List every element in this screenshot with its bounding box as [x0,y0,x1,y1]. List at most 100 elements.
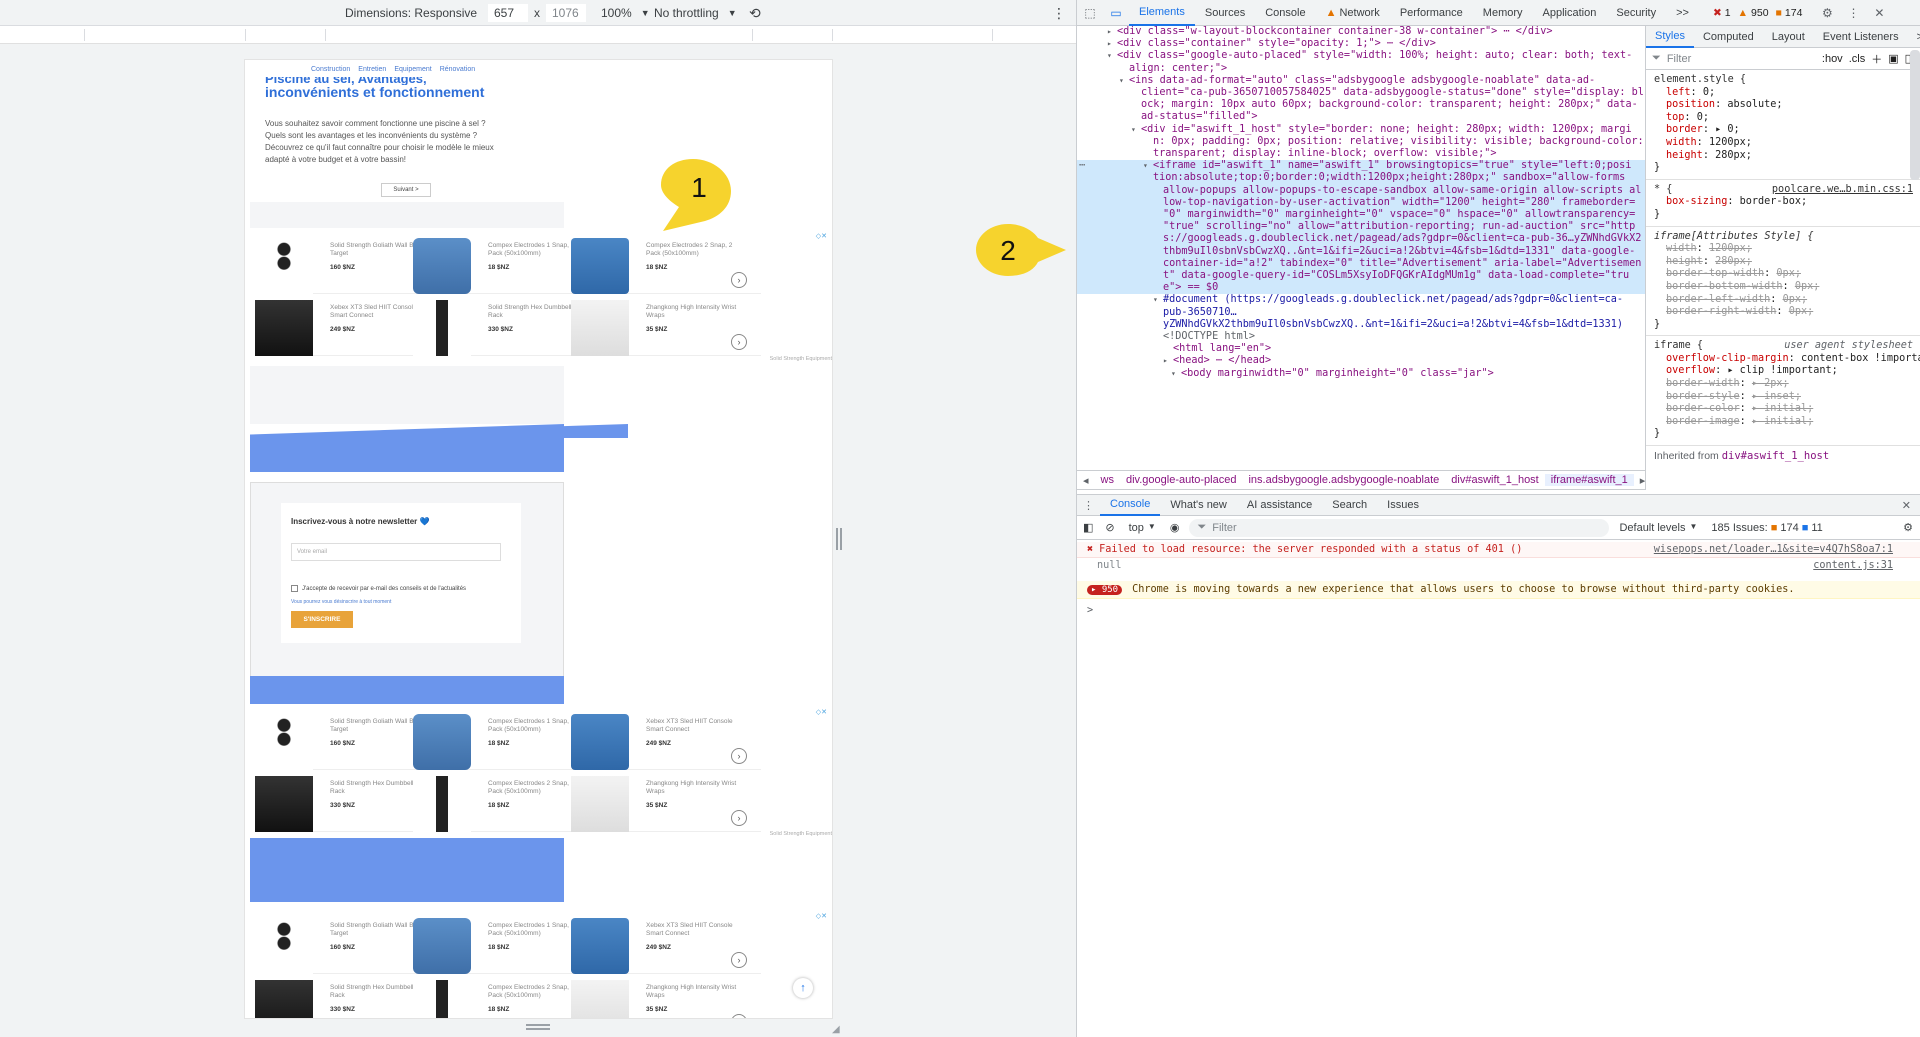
product-title[interactable]: Solid Strength Goliath Wall Ball Target [330,242,425,258]
dom-node-line[interactable]: allow-popups allow-popups-to-escape-sand… [1077,184,1645,197]
dom-node-line[interactable]: transparent; display: inline-block; over… [1077,148,1645,160]
product-title[interactable]: Solid Strength Hex Dumbbell Rack [330,984,425,1000]
ad-choices-icon[interactable]: ◇✕ [816,232,827,240]
product-image[interactable] [255,776,313,832]
status-counters[interactable]: ✖ 1 ▲ 950 ■ 174 [1713,7,1802,19]
chevron-right-icon[interactable]: › [731,810,747,826]
style-declaration[interactable]: border-style: ▸ inset; [1654,391,1913,404]
product-title[interactable]: Solid Strength Hex Dumbbell Rack [330,780,425,796]
style-declaration[interactable]: border-top-width: 0px; [1654,268,1913,281]
prop-value[interactable]: 1200px; [1709,243,1752,254]
collapsed-arrow-icon[interactable]: ▸ [1163,355,1168,367]
rotate-icon[interactable]: ⟲ [749,0,761,26]
ad-product-card[interactable]: Zhangkong High Intensity Wrist Wraps 35 $… [571,978,761,1018]
product-image[interactable] [255,980,313,1018]
prop-value[interactable]: ▸ inset; [1752,391,1801,402]
rule-selector[interactable]: * { [1654,184,1672,195]
product-image[interactable] [255,238,313,294]
product-title[interactable]: Compex Electrodes 2 Snap, 2 Pack (50x100… [488,984,583,1000]
ad-product-card[interactable]: Compex Electrodes 2 Snap, 2 Pack (50x100… [571,236,761,294]
prop-name[interactable]: border-image [1666,416,1740,427]
product-image[interactable] [255,714,313,770]
prop-name[interactable]: border [1666,124,1703,135]
product-image[interactable] [571,714,629,770]
drawer-tab-console[interactable]: Console [1100,494,1161,516]
dom-node-line[interactable]: <html lang="en"> [1077,343,1645,355]
hov-button[interactable]: :hov [1822,53,1843,65]
dom-node-line[interactable]: ▸ <div class="w-layout-blockcontainer con… [1077,26,1645,38]
drawer-tab-issues[interactable]: Issues [1377,494,1429,516]
dom-node-line[interactable]: align: center;"> [1077,63,1645,75]
product-image[interactable] [571,300,629,356]
nav-link[interactable]: Rénovation [440,66,475,73]
prop-value[interactable]: 280px; [1715,150,1752,161]
console-source-link[interactable]: wisepops.net/loader…1&site=v4Q7hS8oa7:1 [1654,544,1893,555]
node-actions-icon[interactable]: ⋯ [1079,160,1085,172]
prop-name[interactable]: width [1666,137,1697,148]
product-title[interactable]: Compex Electrodes 1 Snap, 2 Pack (50x100… [488,242,583,258]
chevron-right-icon[interactable]: › [731,272,747,288]
rule-source-link[interactable]: poolcare.we…b.min.css:1 [1772,184,1913,197]
drawer-tab-whats-new[interactable]: What's new [1160,494,1237,516]
cls-button[interactable]: .cls [1849,53,1866,65]
clear-console-icon[interactable]: ⊘ [1099,521,1120,534]
prop-name[interactable]: height [1666,150,1703,161]
product-image[interactable] [571,980,629,1018]
prop-name[interactable]: overflow [1666,365,1715,376]
ad-choices-icon[interactable]: ◇✕ [816,708,827,716]
product-title[interactable]: Compex Electrodes 1 Snap, 2 Pack (50x100… [488,718,583,734]
expand-arrow-icon[interactable]: ▾ [1131,124,1136,136]
paint-icon[interactable]: ▣ [1888,52,1898,65]
tab-layout[interactable]: Layout [1763,26,1814,48]
ad-product-card[interactable]: Xebex XT3 Sled HIIT Console Smart Connec… [571,712,761,770]
console-source-link[interactable]: content.js:31 [1813,560,1893,571]
more-options-icon[interactable]: ⋮ [1052,0,1066,26]
ad-product-card[interactable]: Xebex XT3 Sled HIIT Console Smart Connec… [571,916,761,974]
prop-name[interactable]: overflow-clip-margin [1666,353,1789,364]
drawer-tab-ai-assistance[interactable]: AI assistance [1237,494,1322,516]
prop-value[interactable]: 0px; [1789,306,1814,317]
chevron-right-icon[interactable]: › [731,1014,747,1018]
product-title[interactable]: Zhangkong High Intensity Wrist Wraps [646,304,741,320]
tab-sources[interactable]: Sources [1195,0,1255,26]
eye-icon[interactable]: ◉ [1164,521,1186,534]
product-image[interactable] [571,776,629,832]
prop-value[interactable]: absolute; [1727,99,1782,110]
dom-node-line[interactable]: yZWNhdGVkX2thbm9uIl0sbnVsbCwzXQ..&nt=1&i… [1077,319,1645,331]
chevron-right-icon[interactable]: › [731,748,747,764]
product-title[interactable]: Solid Strength Goliath Wall Ball Target [330,922,425,938]
nav-link[interactable]: Equipement [394,66,431,73]
style-declaration[interactable]: border-left-width: 0px; [1654,294,1913,307]
close-icon[interactable]: ✕ [1866,0,1892,26]
prop-value[interactable]: content-box !important; [1801,353,1920,364]
levels-dropdown[interactable]: Default levels ▼ [1619,522,1697,534]
more-options-icon[interactable]: ⋮ [1840,0,1866,26]
product-image[interactable] [255,918,313,974]
styles-filter-input[interactable]: Filter [1667,53,1816,65]
prop-name[interactable]: top [1666,112,1684,123]
scroll-to-top-icon[interactable]: ↑ [793,978,813,998]
dom-node-line[interactable]: thbm9uIl0sbnVsbCwzXQ..&nt=1&ifi=2&uci=a!… [1077,245,1645,258]
styles-scrollbar[interactable] [1910,50,1920,180]
nav-link[interactable]: Construction [311,66,350,73]
prop-value[interactable]: 280px; [1715,256,1752,267]
prop-value[interactable]: 0px; [1783,294,1808,305]
dom-node-line[interactable]: ▾ <div class="google-auto-placed" style="… [1077,50,1645,62]
email-field[interactable]: Votre email [291,543,501,561]
prop-value[interactable]: ▸ clip !important; [1727,365,1837,376]
style-declaration[interactable]: position: absolute; [1654,99,1913,112]
product-title[interactable]: Xebex XT3 Sled HIIT Console Smart Connec… [646,718,741,734]
context-dropdown[interactable]: top ▼ [1121,522,1164,534]
dom-node-line[interactable]: ad-status="filled"> [1077,111,1645,123]
style-declaration[interactable]: left: 0; [1654,87,1913,100]
resize-handle-right[interactable] [836,528,842,550]
prop-value[interactable]: 0; [1703,87,1715,98]
style-declaration[interactable]: overflow: ▸ clip !important; [1654,365,1913,378]
next-button[interactable]: Suivant > [381,183,431,197]
dom-node-line[interactable]: e"> == $0 [1077,282,1645,295]
gear-icon[interactable]: ⚙ [1895,521,1920,534]
article-heading[interactable]: inconvénients et fonctionnement [265,84,495,101]
more-tabs-button[interactable]: >> [1908,26,1920,48]
dom-node-line[interactable]: ▸ <div class="container" style="opacity: … [1077,38,1645,50]
throttling-dropdown[interactable]: No throttling ▼ [654,0,737,26]
